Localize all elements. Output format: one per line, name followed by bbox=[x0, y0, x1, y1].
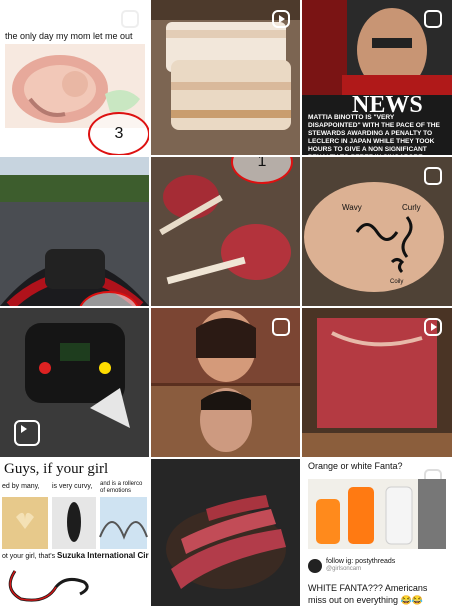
suzuka-track-map bbox=[8, 570, 89, 602]
meme-line-2: is very curvy, bbox=[52, 483, 93, 490]
news-body: MATTIA BINOTTO IS "VERY DISAPPOINTED" WI… bbox=[308, 114, 440, 155]
grid-post-pork-belly[interactable] bbox=[151, 0, 300, 155]
reel-icon bbox=[424, 318, 442, 336]
label-coily: Coily bbox=[390, 279, 404, 285]
tweet-question: Orange or white Fanta? bbox=[308, 461, 403, 471]
meme-bottom-text: ot your girl, that's Suzuka Internationa… bbox=[2, 551, 149, 560]
reel-icon bbox=[14, 420, 40, 446]
grid-post-suzuka-meme[interactable]: Guys, if your girl ed by many, is very c… bbox=[0, 459, 149, 606]
photo-grid: the only day my mom let me out 3 NEWS MA… bbox=[0, 0, 452, 606]
grid-post-f1-onboard[interactable]: 2 bbox=[0, 157, 149, 306]
meme-bottom-b: Suzuka International Circ bbox=[57, 551, 149, 560]
tweet-handle: @girlsoncam bbox=[326, 566, 362, 572]
meme-line-3: and is a rollerco of emotions bbox=[100, 481, 143, 494]
grid-post-baby-meme[interactable]: the only day my mom let me out 3 bbox=[0, 0, 149, 155]
fanta-bottles-photo bbox=[308, 479, 446, 549]
grid-post-steering-wheel[interactable] bbox=[0, 308, 149, 457]
f1-onboard-photo bbox=[0, 157, 149, 306]
grid-post-tomahawk-steaks[interactable]: 1 bbox=[151, 157, 300, 306]
multi-post-icon bbox=[424, 10, 442, 28]
sliced-steak-photo bbox=[151, 459, 300, 606]
post-caption: the only day my mom let me out bbox=[5, 31, 133, 41]
grid-post-binotto-news[interactable]: NEWS MATTIA BINOTTO IS "VERY DISAPPOINTE… bbox=[302, 0, 452, 155]
meme-pictures bbox=[2, 497, 148, 549]
multi-post-icon bbox=[272, 318, 290, 336]
grid-post-fanta[interactable]: Orange or white Fanta? follow ig: postyt… bbox=[302, 459, 452, 606]
meme-title: Guys, if your girl bbox=[4, 461, 109, 477]
avatar bbox=[308, 559, 322, 573]
grid-post-dry-aged-steak[interactable] bbox=[302, 308, 452, 457]
meme-line-1: ed by many, bbox=[2, 483, 40, 490]
grid-post-tv-show[interactable] bbox=[151, 308, 300, 457]
tweet-text: WHITE FANTA??? Americans miss out on eve… bbox=[308, 583, 428, 605]
multi-post-icon bbox=[424, 167, 442, 185]
grid-post-hair-types[interactable]: Wavy Curly Coily bbox=[302, 157, 452, 306]
label-wavy: Wavy bbox=[342, 203, 362, 212]
reel-icon bbox=[272, 10, 290, 28]
grid-post-sliced-steak[interactable] bbox=[151, 459, 300, 606]
label-curly: Curly bbox=[402, 203, 421, 212]
meme-bottom-a: ot your girl, that's bbox=[2, 553, 58, 560]
annotation-circle-3: 3 bbox=[88, 112, 149, 155]
multi-post-icon bbox=[121, 10, 139, 28]
